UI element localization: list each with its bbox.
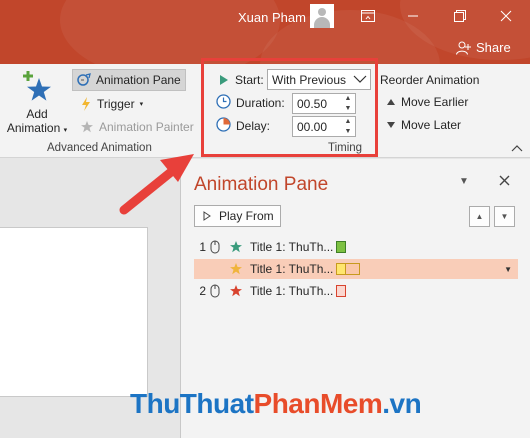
watermark-part1: ThuThuat [130, 388, 254, 419]
watermark-part2: PhanMem [253, 388, 383, 419]
watermark-part3: .vn [382, 388, 422, 419]
annotation-arrow [119, 154, 194, 215]
watermark: ThuThuatPhanMem.vn [130, 388, 422, 420]
